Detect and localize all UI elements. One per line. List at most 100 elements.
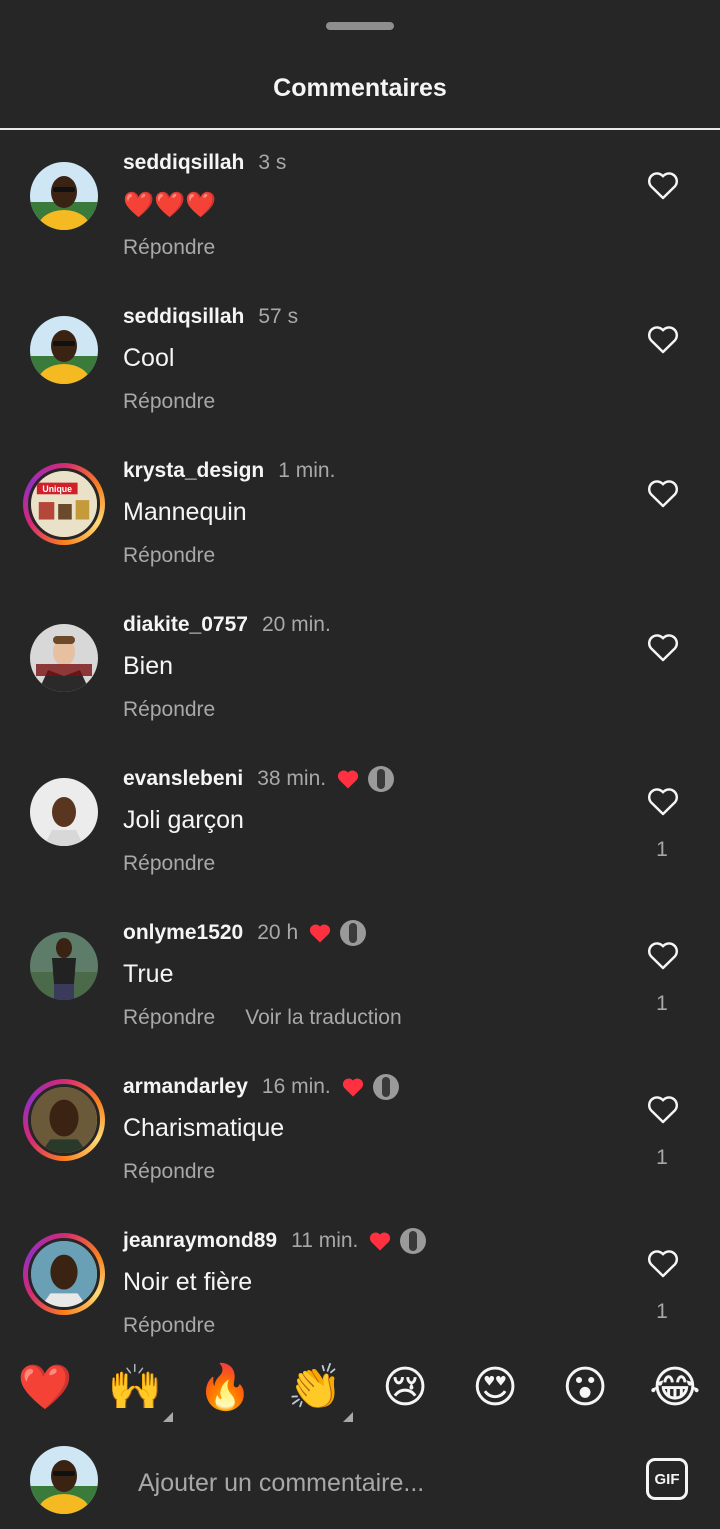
comment-actions: Répondre [123,698,215,722]
author-avatar-icon [372,1074,399,1100]
like-heart-icon[interactable] [646,940,680,970]
username-link[interactable]: diakite_0757 [123,613,248,637]
username-link[interactable]: onlyme1520 [123,921,243,945]
like-count[interactable]: 1 [642,992,682,1016]
author-avatar-icon [340,920,367,946]
clapping-hands-icon[interactable]: 👏 [287,1360,353,1422]
comment-item: seddiqsillah 3 s ❤️❤️❤️ Répondre [0,136,720,276]
like-heart-icon[interactable] [646,1248,680,1278]
avatar-logo-text: Unique [42,484,72,494]
avatar-image [31,1241,97,1307]
comment-actions: Répondre [123,1160,215,1184]
author-liked-heart-icon [337,770,359,789]
like-heart-icon[interactable] [646,478,680,508]
reply-button[interactable]: Répondre [123,1006,215,1030]
gif-button[interactable]: GIF [646,1458,688,1500]
comment-text: Mannequin [123,498,247,526]
username-link[interactable]: seddiqsillah [123,305,244,329]
avatar[interactable] [30,778,98,846]
reply-button[interactable]: Répondre [123,1314,215,1338]
comment-item: armandarley 16 min. Charismatique Répond… [0,1060,720,1200]
avatar[interactable] [30,162,98,230]
current-user-avatar [30,1446,98,1514]
author-liked-heart-icon [310,924,331,943]
comment-item: jeanraymond89 11 min. Noir et fière Répo… [0,1214,720,1354]
surprised-face-icon[interactable]: 😮 [557,1360,613,1416]
avatar-story-ring[interactable] [23,1233,105,1315]
like-count[interactable]: 1 [642,838,682,862]
red-heart-icon[interactable]: ❤️ [17,1360,73,1416]
like-heart-icon[interactable] [646,1094,680,1124]
username-link[interactable]: seddiqsillah [123,151,244,175]
emoji-reaction-bar: ❤️ 🙌 🔥 👏 😢 😍 😮 😂 [0,1340,720,1435]
reply-button[interactable]: Répondre [123,390,215,414]
see-translation-button[interactable]: Voir la traduction [245,1006,401,1030]
comment-actions: Répondre Voir la traduction [123,1006,402,1030]
drag-handle[interactable] [326,22,394,30]
avatar-image [30,778,98,846]
like-heart-icon[interactable] [646,324,680,354]
comment-text: Bien [123,652,174,680]
avatar-story-ring[interactable] [23,1079,105,1161]
timestamp: 20 h [257,921,299,944]
header-divider [0,128,720,130]
like-heart-icon[interactable] [646,170,680,200]
comment-text: Joli garçon [123,806,244,834]
avatar-image [30,316,98,384]
avatar[interactable] [30,932,98,1000]
comment-actions: Répondre [123,390,215,414]
reply-button[interactable]: Répondre [123,236,215,260]
comments-sheet: Commentaires seddiqsillah 3 s ❤️❤️❤️ Rép… [0,0,720,1529]
timestamp: 3 s [258,151,287,174]
comment-input[interactable] [136,1464,620,1502]
avatar-image [30,1446,98,1514]
comment-meta: onlyme1520 20 h [123,918,367,948]
username-link[interactable]: evanslebeni [123,767,243,791]
comment-meta: krysta_design 1 min. [123,456,335,486]
like-count[interactable]: 1 [642,1146,682,1170]
heart-eyes-icon[interactable]: 😍 [467,1360,523,1416]
reply-button[interactable]: Répondre [123,1160,215,1184]
avatar-image [30,932,98,1000]
clapping-hands-glyph: 👏 [287,1362,343,1413]
timestamp: 11 min. [291,1229,359,1252]
timestamp: 16 min. [261,1075,331,1098]
avatar-container[interactable] [30,778,98,846]
avatar-container[interactable] [30,316,98,384]
comment-actions: Répondre [123,236,215,260]
avatar[interactable] [28,1084,100,1156]
reply-button[interactable]: Répondre [123,698,215,722]
avatar[interactable] [30,316,98,384]
avatar-container[interactable] [30,624,98,692]
comment-item: onlyme1520 20 h True Répondre Voir la tr… [0,906,720,1046]
avatar-container[interactable] [30,162,98,230]
tears-of-joy-icon[interactable]: 😂 [647,1360,703,1416]
avatar[interactable] [28,1238,100,1310]
avatar[interactable] [30,624,98,692]
username-link[interactable]: jeanraymond89 [123,1229,277,1253]
comment-meta: jeanraymond89 11 min. [123,1226,427,1256]
avatar-story-ring[interactable]: Unique [23,463,105,545]
author-liked-heart-icon [370,1232,391,1251]
raising-hands-icon[interactable]: 🙌 [107,1360,173,1422]
timestamp: 20 min. [261,613,331,636]
avatar[interactable]: Unique [28,468,100,540]
crying-face-icon[interactable]: 😢 [377,1360,433,1416]
like-heart-icon[interactable] [646,786,680,816]
avatar-container[interactable] [30,932,98,1000]
comment-composer: GIF [0,1436,720,1529]
like-count[interactable]: 1 [642,1300,682,1324]
reply-button[interactable]: Répondre [123,852,215,876]
comment-meta: evanslebeni 38 min. [123,764,395,794]
comment-actions: Répondre [123,544,215,568]
comment-meta: diakite_0757 20 min. [123,610,331,640]
comment-text: Noir et fière [123,1268,253,1296]
like-heart-icon[interactable] [646,632,680,662]
username-link[interactable]: armandarley [123,1075,248,1099]
comment-meta: seddiqsillah 3 s [123,148,286,178]
fire-icon[interactable]: 🔥 [197,1360,253,1416]
comment-meta: armandarley 16 min. [123,1072,399,1102]
username-link[interactable]: krysta_design [123,459,264,483]
reply-button[interactable]: Répondre [123,544,215,568]
avatar-image [30,624,98,692]
